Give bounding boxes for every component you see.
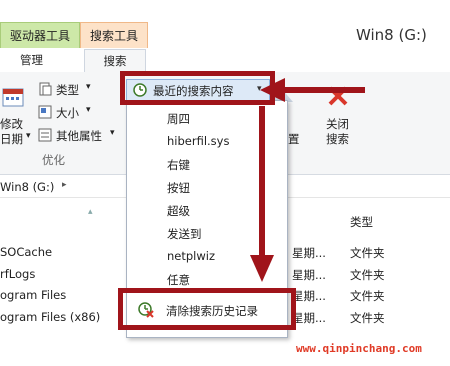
dropdown-arrow-icon[interactable]: ▾ xyxy=(26,131,31,141)
type-dropdown-icon[interactable]: ▾ xyxy=(86,82,91,92)
modify-date-label-2[interactable]: 日期 xyxy=(0,131,23,147)
calendar-icon xyxy=(2,88,24,107)
recent-search-item[interactable]: 超级 xyxy=(167,203,190,219)
file-row-name[interactable]: ogram Files (x86) xyxy=(0,310,100,324)
type-filter-button[interactable]: 类型 xyxy=(56,82,79,98)
file-row-name[interactable]: ogram Files xyxy=(0,288,66,302)
breadcrumb-chevron-icon[interactable]: ▸ xyxy=(62,180,67,190)
recent-search-item[interactable]: netplwiz xyxy=(167,249,215,263)
other-properties-button[interactable]: 其他属性 xyxy=(56,128,102,144)
refine-group-label: 优化 xyxy=(42,153,65,167)
size-icon xyxy=(38,105,52,119)
drive-tools-label: 驱动器工具 xyxy=(9,29,70,43)
tab-manage[interactable]: 管理 xyxy=(20,52,43,68)
search-tools-context-tab[interactable]: 搜索工具 xyxy=(80,22,148,49)
file-row-type: 文件夹 xyxy=(350,311,385,325)
recent-search-item[interactable]: 发送到 xyxy=(167,226,202,242)
recent-search-item[interactable]: 任意 xyxy=(167,272,190,288)
recent-search-item[interactable]: hiberfil.sys xyxy=(167,134,229,148)
modify-date-label-1[interactable]: 修改 xyxy=(0,116,23,132)
other-properties-icon xyxy=(38,128,52,142)
tab-search-label: 搜索 xyxy=(103,54,127,68)
size-filter-button[interactable]: 大小 xyxy=(56,105,79,121)
file-row-name[interactable]: rfLogs xyxy=(0,267,35,281)
recent-search-item[interactable]: 周四 xyxy=(167,111,190,127)
address-path[interactable]: Win8 (G:) xyxy=(0,180,54,194)
window-title: Win8 (G:) xyxy=(356,26,427,44)
search-tools-label: 搜索工具 xyxy=(89,29,138,43)
other-properties-dropdown-icon[interactable]: ▾ xyxy=(110,128,115,138)
type-icon xyxy=(39,82,52,96)
drive-tools-context-tab[interactable]: 驱动器工具 xyxy=(0,22,80,49)
ribbon-tab-row xyxy=(0,48,450,73)
recent-search-item[interactable]: 右键 xyxy=(167,157,190,173)
size-dropdown-icon[interactable]: ▾ xyxy=(86,105,91,115)
watermark: www.qinpinchang.com xyxy=(296,342,422,355)
tab-search[interactable]: 搜索 xyxy=(84,49,146,73)
file-row-date: 星期... xyxy=(292,311,326,325)
recent-search-item[interactable]: 按钮 xyxy=(167,180,190,196)
annotation-arrows xyxy=(250,78,365,282)
sort-up-icon[interactable]: ▴ xyxy=(88,207,93,217)
file-row-name[interactable]: SOCache xyxy=(0,245,52,259)
